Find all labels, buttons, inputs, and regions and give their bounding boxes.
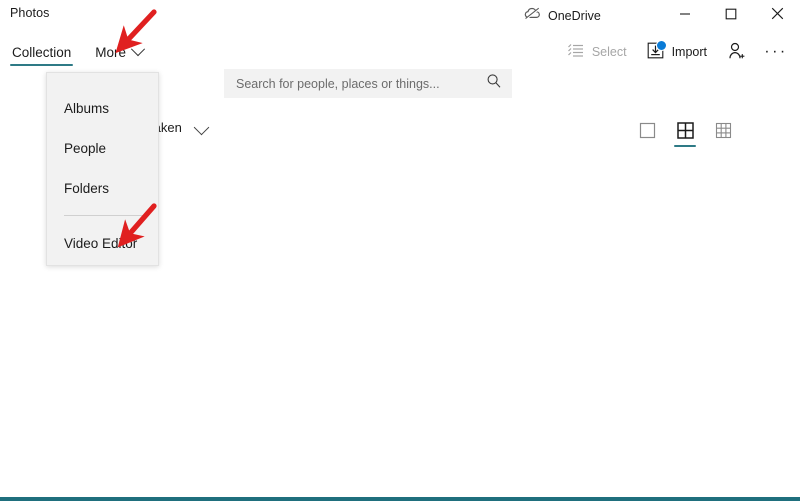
view-size-small-button[interactable]: [710, 119, 736, 147]
select-list-icon: [567, 43, 585, 61]
add-person-button[interactable]: [717, 34, 756, 70]
nav-tabs: Collection More: [0, 32, 155, 72]
onedrive-cloud-disabled-icon: [524, 7, 541, 25]
menu-item-video-editor[interactable]: Video Editor: [47, 223, 158, 263]
menu-item-albums[interactable]: Albums: [47, 88, 158, 128]
select-button[interactable]: Select: [558, 34, 637, 70]
select-button-label: Select: [591, 45, 627, 59]
more-dropdown-menu: Albums People Folders Video Editor: [46, 72, 159, 266]
menu-item-people[interactable]: People: [47, 128, 158, 168]
tab-selected-underline: [10, 63, 74, 66]
close-button[interactable]: [754, 0, 800, 32]
search-box[interactable]: [224, 69, 512, 98]
view-large-icon: [639, 122, 656, 144]
search-icon[interactable]: [486, 73, 502, 94]
view-medium-grid-icon: [676, 122, 694, 144]
onedrive-status[interactable]: OneDrive: [524, 4, 601, 28]
maximize-button[interactable]: [708, 0, 754, 32]
photos-app-window: Photos OneDrive Collection More Search f…: [0, 0, 800, 501]
tab-more-label: More: [95, 44, 127, 60]
view-size-selected-underline: [674, 144, 696, 147]
flyout-top-spacer: [47, 73, 158, 88]
menu-item-video-editor-label: Video Editor: [64, 235, 138, 251]
tab-more[interactable]: More: [83, 32, 155, 72]
more-ellipsis-icon[interactable]: ···: [756, 34, 796, 70]
onedrive-label: OneDrive: [548, 9, 601, 23]
view-size-large-button[interactable]: [634, 119, 660, 147]
title-bar: Photos OneDrive: [0, 0, 800, 32]
window-controls: [662, 0, 800, 32]
menu-item-people-label: People: [64, 140, 107, 156]
add-person-icon: [727, 42, 746, 63]
minimize-icon: [679, 7, 691, 25]
view-small-grid-icon: [715, 122, 732, 144]
search-input[interactable]: [236, 76, 486, 91]
close-icon: [771, 7, 784, 25]
view-size-medium-button[interactable]: [672, 119, 698, 147]
import-button-label: Import: [671, 45, 707, 59]
chevron-down-icon: [130, 42, 146, 57]
menu-item-albums-label: Albums: [64, 100, 110, 116]
import-button[interactable]: Import: [637, 34, 717, 70]
menu-item-folders-label: Folders: [64, 180, 110, 196]
tab-collection-label: Collection: [12, 44, 72, 60]
command-bar: Collection More Search for people, place…: [0, 32, 800, 98]
page-title: Photos: [10, 6, 50, 20]
chevron-down-icon[interactable]: [193, 119, 210, 136]
command-actions: Select Import ···: [558, 32, 796, 72]
import-badge-dot: [655, 40, 667, 51]
maximize-icon: [725, 7, 737, 25]
tab-collection[interactable]: Collection: [0, 32, 83, 72]
menu-item-folders[interactable]: Folders: [47, 168, 158, 208]
menu-divider: [64, 215, 144, 216]
view-size-toggles: [634, 119, 736, 147]
minimize-button[interactable]: [662, 0, 708, 32]
